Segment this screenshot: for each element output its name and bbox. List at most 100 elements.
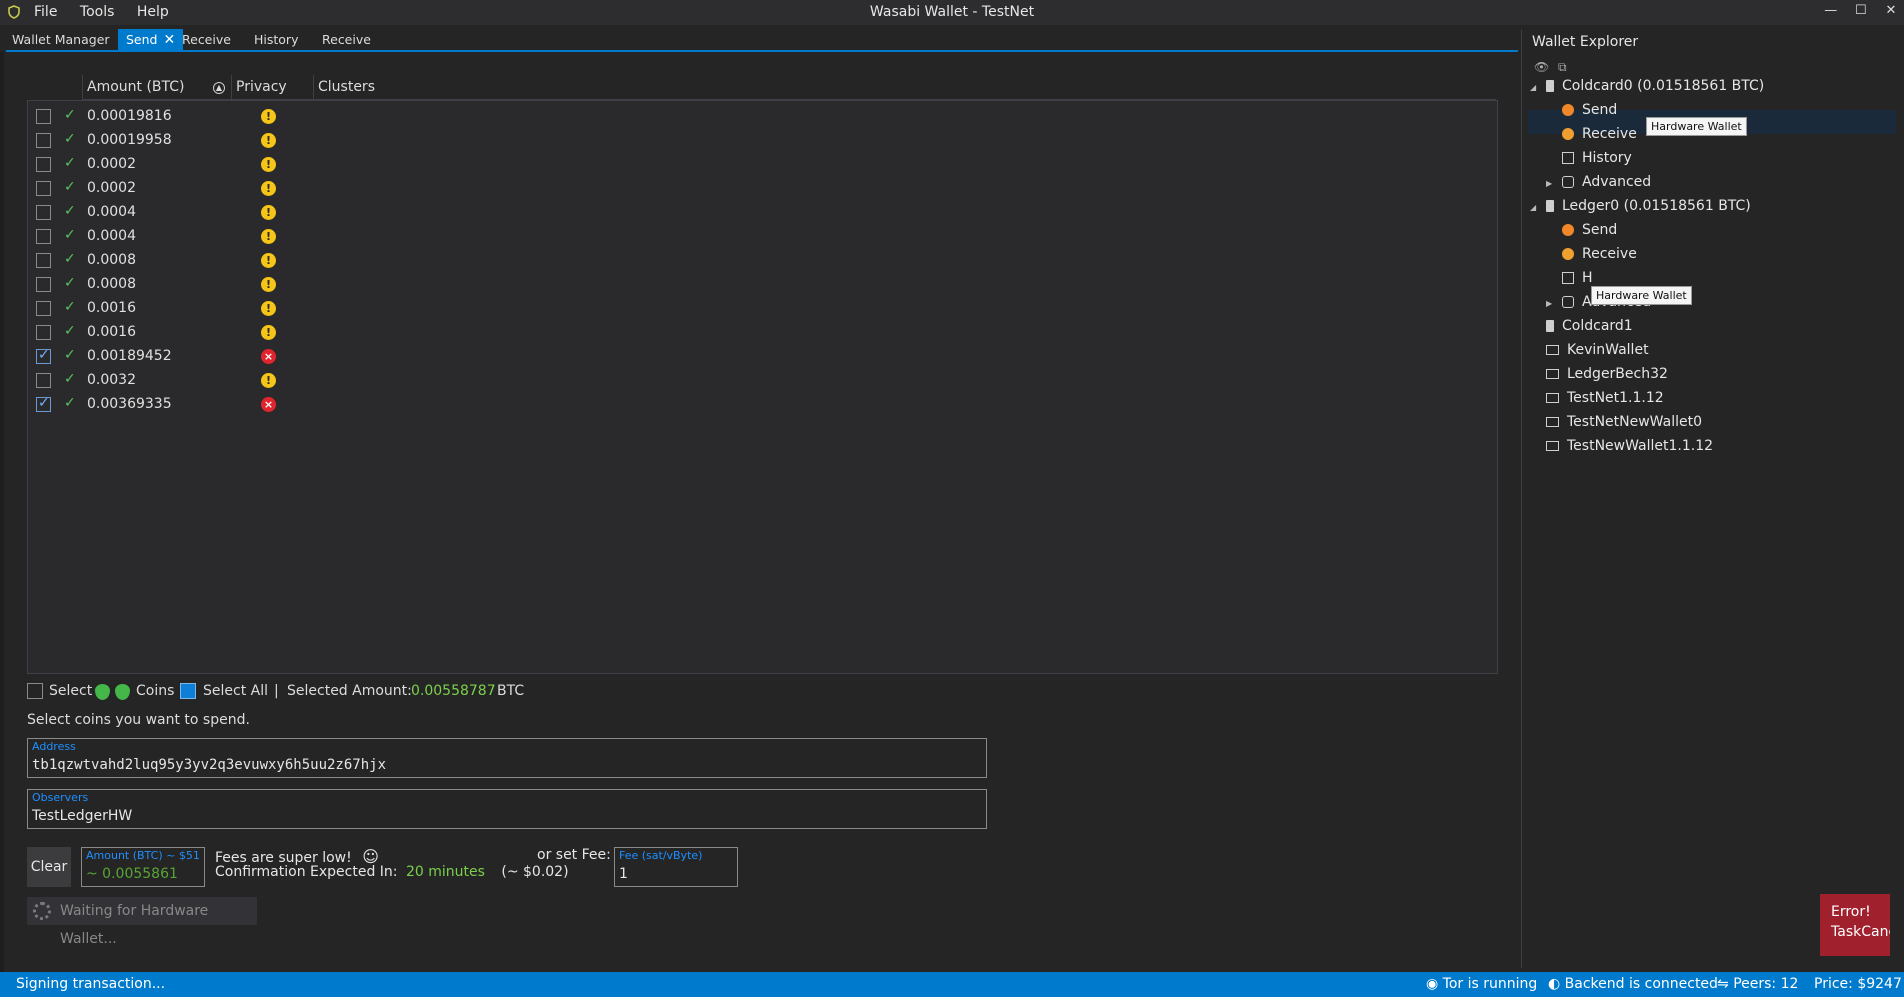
separator: | — [274, 683, 279, 699]
coin-checkbox[interactable] — [36, 277, 51, 292]
expand-arrow-icon[interactable]: ▶ — [1546, 172, 1556, 196]
minimize-button[interactable]: — — [1818, 3, 1844, 18]
tree-item-kevinwallet[interactable]: KevinWallet — [1530, 338, 1649, 362]
tree-item-ledgerbech32[interactable]: LedgerBech32 — [1530, 362, 1668, 386]
eye-icon[interactable]: 👁 — [1534, 60, 1549, 74]
amount-input[interactable]: ~ 0.0055861 — [86, 866, 178, 882]
expand-arrow-icon[interactable]: ▶ — [1546, 292, 1556, 316]
coin-checkbox[interactable] — [36, 109, 51, 124]
tree-item-history[interactable]: History — [1546, 146, 1632, 170]
coin-checkbox[interactable] — [36, 205, 51, 220]
error-notification[interactable]: Error! TaskCanc — [1820, 894, 1890, 956]
wallet-icon — [1546, 441, 1559, 451]
tab-history[interactable]: History — [246, 29, 306, 51]
fee-input[interactable]: 1 — [619, 866, 628, 882]
coin-row[interactable]: ✓ 0.00019816! — [28, 105, 1497, 129]
clear-button[interactable]: Clear — [27, 847, 71, 887]
confirmed-check-icon: ✓ — [64, 395, 76, 411]
column-amount[interactable]: Amount (BTC) ▲ — [82, 75, 233, 99]
tree-item-ledger0-0-01518561-btc[interactable]: ◢ Ledger0 (0.01518561 BTC) — [1530, 194, 1751, 218]
column-clusters[interactable]: Clusters — [313, 75, 1418, 99]
fee-field[interactable]: Fee (sat/vByte) 1 — [614, 847, 738, 887]
tree-item-advanced[interactable]: ▶ Advanced — [1546, 170, 1651, 194]
close-window-button[interactable]: ✕ — [1878, 3, 1904, 18]
sort-icon[interactable]: ▲ — [213, 82, 225, 94]
privacy-warning-icon: ! — [261, 229, 276, 244]
tree-item-coldcard0-0-01518561-btc[interactable]: ◢ Coldcard0 (0.01518561 BTC) — [1530, 74, 1764, 98]
coin-checkbox[interactable] — [36, 229, 51, 244]
tree-item-send[interactable]: Send — [1546, 218, 1617, 242]
coin-checkbox[interactable] — [36, 301, 51, 316]
coin-row[interactable]: ✓ 0.0004! — [28, 225, 1497, 249]
tree-item-coldcard1[interactable]: Coldcard1 — [1530, 314, 1633, 338]
coin-row[interactable]: ✓ 0.0008! — [28, 273, 1497, 297]
green-shield-icon[interactable] — [95, 684, 110, 700]
coin-row[interactable]: ✓ 0.0004! — [28, 201, 1497, 225]
tree-item-testnewwallet1-1-12[interactable]: TestNewWallet1.1.12 — [1530, 434, 1713, 458]
confirmed-check-icon: ✓ — [64, 203, 76, 219]
tab-receive-2[interactable]: Receive — [314, 29, 379, 51]
coin-row[interactable]: ✓ 0.0016! — [28, 297, 1497, 321]
menu-file[interactable]: File — [34, 4, 57, 20]
coin-row[interactable]: ✓ 0.0032! — [28, 369, 1497, 393]
tree-item-receive[interactable]: Receive — [1546, 242, 1637, 266]
address-field[interactable]: Address tb1qzwtvahd2luq95y3yv2q3evuwxy6h… — [27, 738, 987, 778]
coin-row[interactable]: ✓ 0.0002! — [28, 153, 1497, 177]
hardware-wallet-icon — [1546, 320, 1554, 332]
coin-checkbox[interactable] — [36, 181, 51, 196]
coins-grid: ✓ 0.00019816! ✓ 0.00019958! ✓ 0.0002! ✓ 0.0002!… — [27, 100, 1498, 674]
tree-item-testnet1-1-12[interactable]: TestNet1.1.12 — [1530, 386, 1664, 410]
tree-item-label: History — [1582, 150, 1632, 166]
coins-label: Coins — [136, 683, 175, 699]
tor-status-label: Tor is running — [1442, 976, 1538, 992]
coin-row[interactable]: ✓ 0.0008! — [28, 249, 1497, 273]
coin-row[interactable]: ✓ 0.00019958! — [28, 129, 1497, 153]
tree-item-label: TestNewWallet1.1.12 — [1567, 438, 1714, 454]
tree-item-h[interactable]: H — [1546, 266, 1593, 290]
coins-grid-header: Amount (BTC) ▲ Privacy Clusters — [82, 75, 1496, 100]
address-input[interactable]: tb1qzwtvahd2luq95y3yv2q3evuwxy6h5uu2z67h… — [32, 757, 386, 773]
coin-checkbox[interactable] — [36, 133, 51, 148]
advanced-icon — [1562, 296, 1574, 308]
tab-label: Receive — [322, 32, 371, 47]
maximize-button[interactable]: ☐ — [1848, 3, 1874, 18]
coin-checkbox[interactable] — [36, 325, 51, 340]
tab-receive[interactable]: Receive — [174, 29, 239, 51]
confirmed-check-icon: ✓ — [64, 179, 76, 195]
amount-field[interactable]: Amount (BTC) ~ $51 ~ 0.0055861 — [81, 847, 205, 887]
privacy-warning-icon: ! — [261, 181, 276, 196]
confirmation-label: Confirmation Expected In: — [215, 864, 398, 880]
coin-row[interactable]: ✓ 0.0002! — [28, 177, 1497, 201]
coin-checkbox[interactable] — [36, 373, 51, 388]
confirmed-check-icon: ✓ — [64, 275, 76, 291]
coin-row[interactable]: ✓ 0.0016! — [28, 321, 1497, 345]
confirmed-check-icon: ✓ — [64, 323, 76, 339]
waiting-hardware-wallet-button[interactable]: Waiting for Hardware Wallet... — [27, 897, 257, 947]
wallet-icon — [1546, 345, 1559, 355]
tab-wallet-manager[interactable]: Wallet Manager — [4, 29, 118, 51]
copy-icon[interactable]: ⧉ — [1558, 60, 1567, 75]
privacy-warning-icon: ! — [261, 301, 276, 316]
observers-input[interactable]: TestLedgerHW — [32, 808, 132, 824]
coin-checkbox[interactable] — [36, 347, 51, 364]
observers-field[interactable]: Observers TestLedgerHW — [27, 789, 987, 829]
coin-amount: 0.0002 — [87, 180, 136, 196]
expand-arrow-icon[interactable]: ◢ — [1530, 76, 1540, 100]
menu-help[interactable]: Help — [137, 4, 169, 20]
select-checkbox[interactable] — [27, 683, 43, 699]
coin-row[interactable]: ✓ 0.00369335 × — [28, 393, 1497, 417]
expand-arrow-icon[interactable]: ◢ — [1530, 196, 1540, 220]
coin-amount: 0.0008 — [87, 252, 136, 268]
column-privacy[interactable]: Privacy — [231, 75, 314, 99]
coin-checkbox[interactable] — [36, 253, 51, 268]
tree-item-testnetnewwallet0[interactable]: TestNetNewWallet0 — [1530, 410, 1702, 434]
tree-item-send[interactable]: Send — [1546, 98, 1617, 122]
coin-row[interactable]: ✓ 0.00189452 × — [28, 345, 1497, 369]
send-icon — [1562, 104, 1574, 116]
green-check-shield-icon[interactable] — [115, 684, 130, 700]
coin-checkbox[interactable] — [36, 395, 51, 412]
menu-tools[interactable]: Tools — [80, 4, 115, 20]
select-all-checkbox[interactable] — [180, 683, 196, 699]
tree-item-receive[interactable]: Receive — [1546, 122, 1637, 146]
coin-checkbox[interactable] — [36, 157, 51, 172]
